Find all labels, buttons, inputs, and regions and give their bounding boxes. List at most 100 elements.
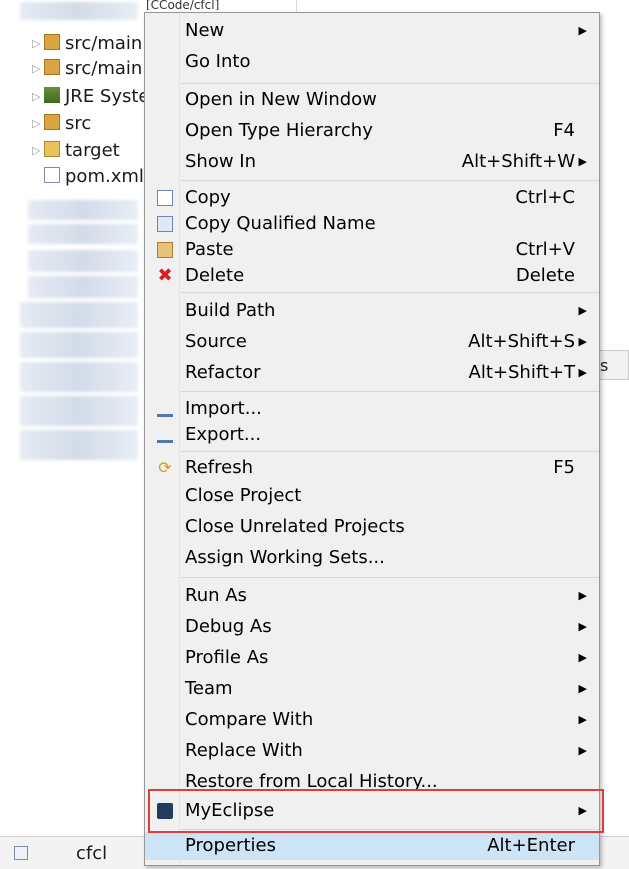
view-tab-label: s [600, 356, 609, 375]
submenu-arrow-icon: ▶ [578, 304, 587, 317]
menu-item-shortcut: Alt+Enter [487, 835, 575, 856]
menu-item-shortcut: F4 [553, 120, 575, 141]
menu-item-myeclipse[interactable]: MyEclipse ▶ [145, 797, 599, 825]
myeclipse-icon [157, 803, 173, 819]
menu-item-label: Restore from Local History... [185, 771, 438, 792]
menu-separator [181, 180, 599, 181]
menu-item-label: Refresh [185, 457, 253, 478]
expand-arrow-icon[interactable]: ▷ [32, 32, 44, 56]
menu-item-new[interactable]: New ▶ [145, 17, 599, 45]
menu-item-shortcut: Ctrl+V [515, 239, 575, 260]
tree-item-pom-xml[interactable]: pom.xml [32, 165, 144, 189]
submenu-arrow-icon: ▶ [578, 24, 587, 37]
menu-item-restore-from-local-history[interactable]: Restore from Local History... [145, 768, 599, 796]
submenu-arrow-icon: ▶ [578, 366, 587, 379]
menu-item-build-path[interactable]: Build Path ▶ [145, 297, 599, 325]
tree-item-src[interactable]: ▷ src [32, 112, 91, 136]
menu-item-label: Close Project [185, 485, 302, 506]
project-path-text: [CCode/cfcl] [146, 0, 220, 10]
expand-arrow-icon[interactable]: ▷ [32, 139, 44, 163]
expand-arrow-icon[interactable]: ▷ [32, 112, 44, 136]
submenu-arrow-icon: ▶ [578, 335, 587, 348]
menu-separator [181, 83, 599, 84]
menu-item-label: Close Unrelated Projects [185, 516, 405, 537]
menu-item-team[interactable]: Team ▶ [145, 675, 599, 703]
menu-item-label: Profile As [185, 647, 269, 668]
project-status-icon [14, 846, 28, 860]
menu-item-label: Go Into [185, 51, 251, 72]
menu-item-paste[interactable]: Paste Ctrl+V [145, 236, 599, 264]
tree-item-jre-system-library[interactable]: ▷ JRE Syste [32, 85, 150, 109]
menu-item-label: Open in New Window [185, 89, 377, 110]
tree-item-src-main-resources[interactable]: ▷ src/main [32, 57, 142, 81]
menu-item-copy[interactable]: Copy Ctrl+C [145, 184, 599, 212]
menu-item-label: Run As [185, 585, 247, 606]
menu-item-label: Assign Working Sets... [185, 547, 385, 568]
menu-separator [181, 391, 599, 392]
menu-item-label: Build Path [185, 300, 276, 321]
menu-item-shortcut: Ctrl+C [515, 187, 575, 208]
menu-item-label: MyEclipse [185, 800, 275, 821]
menu-item-compare-with[interactable]: Compare With ▶ [145, 706, 599, 734]
menu-item-label: Copy [185, 187, 231, 208]
menu-item-shortcut: Alt+Shift+T [468, 362, 575, 383]
menu-item-copy-qualified-name[interactable]: Copy Qualified Name [145, 210, 599, 238]
blurred-project [28, 276, 138, 298]
expand-arrow-icon[interactable]: ▷ [32, 57, 44, 81]
submenu-arrow-icon: ▶ [578, 713, 587, 726]
menu-item-open-type-hierarchy[interactable]: Open Type Hierarchy F4 [145, 117, 599, 145]
tree-item-src-main-java[interactable]: ▷ src/main [32, 32, 142, 56]
paste-icon [157, 242, 173, 258]
folder-icon [44, 141, 60, 157]
blurred-project [28, 200, 138, 220]
menu-item-assign-working-sets[interactable]: Assign Working Sets... [145, 544, 599, 572]
menu-item-label: Compare With [185, 709, 314, 730]
menu-item-shortcut: Alt+Shift+S [468, 331, 575, 352]
menu-item-go-into[interactable]: Go Into [145, 48, 599, 76]
menu-item-label: New [185, 20, 225, 41]
refresh-icon: ⟳ [158, 458, 172, 477]
menu-item-replace-with[interactable]: Replace With ▶ [145, 737, 599, 765]
menu-separator [181, 577, 599, 578]
menu-item-close-project[interactable]: Close Project [145, 482, 599, 510]
menu-item-refactor[interactable]: Refactor Alt+Shift+T ▶ [145, 359, 599, 387]
submenu-arrow-icon: ▶ [578, 682, 587, 695]
menu-item-source[interactable]: Source Alt+Shift+S ▶ [145, 328, 599, 356]
menu-item-close-unrelated-projects[interactable]: Close Unrelated Projects [145, 513, 599, 541]
menu-item-label: Copy Qualified Name [185, 213, 376, 234]
expand-arrow-icon[interactable]: ▷ [32, 85, 44, 109]
menu-item-export[interactable]: Export... [145, 421, 599, 449]
submenu-arrow-icon: ▶ [578, 589, 587, 602]
menu-item-label: Properties [185, 835, 276, 856]
menu-item-show-in[interactable]: Show In Alt+Shift+W ▶ [145, 148, 599, 176]
submenu-arrow-icon: ▶ [578, 744, 587, 757]
tree-item-label: pom.xml [65, 166, 144, 187]
menu-item-label: Team [185, 678, 233, 699]
blurred-project [20, 302, 138, 328]
blurred-project [20, 362, 138, 392]
submenu-arrow-icon: ▶ [578, 651, 587, 664]
package-folder-icon [44, 59, 60, 75]
menu-item-import[interactable]: Import... [145, 395, 599, 423]
context-menu: New ▶ Go Into Open in New Window Open Ty… [144, 12, 600, 866]
menu-item-open-in-new-window[interactable]: Open in New Window [145, 86, 599, 114]
menu-item-refresh[interactable]: ⟳ Refresh F5 [145, 454, 599, 482]
menu-item-profile-as[interactable]: Profile As ▶ [145, 644, 599, 672]
menu-item-label: Show In [185, 151, 257, 172]
menu-item-run-as[interactable]: Run As ▶ [145, 582, 599, 610]
view-tab[interactable]: s [596, 350, 629, 380]
blurred-project-name [20, 2, 138, 20]
menu-item-label: Debug As [185, 616, 272, 637]
menu-item-label: Delete [185, 265, 245, 286]
menu-item-label: Source [185, 331, 247, 352]
menu-item-debug-as[interactable]: Debug As ▶ [145, 613, 599, 641]
copy-icon [157, 190, 173, 206]
menu-item-properties[interactable]: Properties Alt+Enter [145, 832, 599, 860]
package-folder-icon [44, 34, 60, 50]
blurred-project [20, 430, 138, 460]
menu-item-label: Export... [185, 424, 262, 445]
tree-item-target[interactable]: ▷ target [32, 139, 120, 163]
tree-item-label: src/main [65, 33, 143, 54]
tree-item-label: src [65, 113, 92, 134]
menu-item-delete[interactable]: ✖ Delete Delete [145, 262, 599, 290]
